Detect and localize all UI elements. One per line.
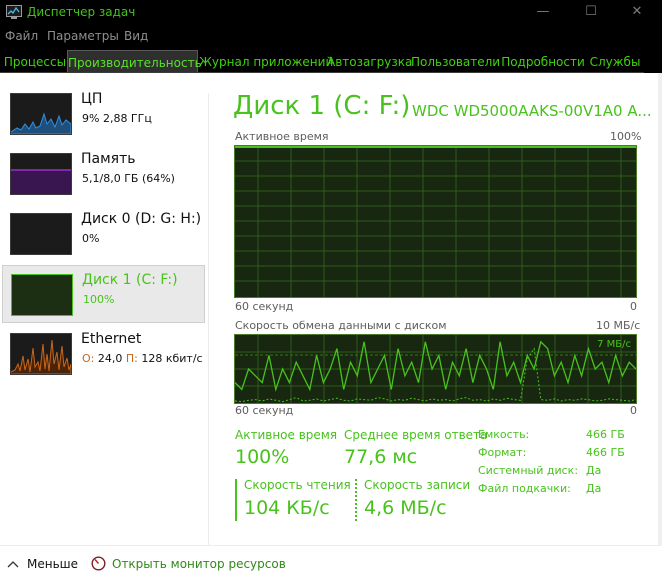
- menu-bar: Файл Параметры Вид: [0, 26, 662, 48]
- write-speed-stat-label: Скорость записи: [364, 478, 471, 492]
- active-time-stat-label: Активное время: [235, 428, 338, 442]
- sidebar-item-cpu[interactable]: ЦП 9% 2,88 ГГц: [2, 85, 205, 143]
- ethernet-receive-label: П:: [125, 352, 138, 365]
- format-value: 466 ГБ: [586, 446, 625, 459]
- menu-options[interactable]: Параметры: [47, 29, 119, 43]
- performance-content: ЦП 9% 2,88 ГГц Память 5,1/8,0 ГБ (64%) Д…: [0, 73, 662, 545]
- page-file-value: Да: [586, 482, 602, 495]
- active-time-graph-label: Активное время: [235, 130, 329, 143]
- sidebar-item-memory[interactable]: Память 5,1/8,0 ГБ (64%): [2, 145, 205, 203]
- memory-thumbnail: [10, 153, 72, 195]
- close-button[interactable]: ✕: [614, 0, 660, 26]
- menu-file[interactable]: Файл: [5, 29, 38, 43]
- fewer-details-button[interactable]: Меньше: [27, 557, 78, 571]
- disk0-title: Диск 0 (D: G: H:): [81, 211, 202, 227]
- active-time-graph: [234, 145, 637, 298]
- read-speed-stat-label: Скорость чтения: [244, 478, 351, 492]
- tab-strip: Процессы Производительность Журнал прило…: [0, 48, 662, 74]
- transfer-graph-label: Скорость обмена данными с диском: [235, 319, 447, 332]
- tab-performance[interactable]: Производительность: [67, 50, 202, 74]
- cpu-title: ЦП: [81, 91, 103, 107]
- transfer-rate-graph: 7 МБ/с: [234, 334, 637, 404]
- response-time-stat-label: Среднее время ответа: [344, 428, 488, 442]
- tab-details[interactable]: Подробности: [501, 50, 585, 74]
- active-time-graph-max: 100%: [610, 130, 642, 143]
- disk0-subtitle: 0%: [82, 232, 100, 245]
- capacity-value: 466 ГБ: [586, 428, 625, 441]
- tab-startup[interactable]: Автозагрузка: [327, 50, 412, 74]
- format-label: Формат:: [478, 446, 527, 459]
- sidebar-item-disk1[interactable]: Диск 1 (C: F:) 100%: [2, 265, 205, 323]
- disk-title: Диск 1 (C: F:): [233, 91, 411, 121]
- response-time-stat-value: 77,6 мс: [344, 446, 418, 468]
- cpu-subtitle: 9% 2,88 ГГц: [82, 112, 152, 125]
- transfer-rate-chart: 7 МБ/с: [235, 335, 636, 403]
- resource-sidebar: ЦП 9% 2,88 ГГц Память 5,1/8,0 ГБ (64%) Д…: [0, 73, 206, 545]
- cpu-thumbnail: [10, 93, 72, 135]
- disk1-title: Диск 1 (C: F:): [82, 272, 178, 288]
- tab-users[interactable]: Пользователи: [411, 50, 500, 74]
- resource-monitor-icon: [91, 556, 106, 571]
- disk1-thumbnail: [11, 274, 73, 316]
- ethernet-subtitle: О: 24,0 П: 128 кбит/с: [82, 352, 203, 365]
- tab-processes[interactable]: Процессы: [3, 50, 67, 74]
- read-speed-stat-value: 104 КБ/с: [244, 497, 330, 519]
- footer-bar: Меньше Открыть монитор ресурсов: [0, 545, 662, 588]
- title-bar: Диспетчер задач — ☐ ✕: [0, 0, 662, 26]
- sidebar-item-ethernet[interactable]: Ethernet О: 24,0 П: 128 кбит/с: [2, 325, 205, 383]
- maximize-button[interactable]: ☐: [568, 0, 614, 26]
- ethernet-receive-value: 128 кбит/с: [141, 352, 203, 365]
- chevron-up-icon[interactable]: [7, 559, 19, 569]
- write-speed-stat-value: 4,6 МБ/с: [364, 497, 447, 519]
- disk-model: WDC WD5000AAKS-00V1A0 A...: [412, 102, 652, 120]
- ethernet-send-value: 24,0: [97, 352, 123, 365]
- transfer-graph-min: 0: [630, 404, 637, 417]
- ethernet-send-label: О:: [82, 352, 95, 365]
- active-time-stat-value: 100%: [235, 446, 290, 468]
- read-series-line: [235, 340, 636, 392]
- menu-view[interactable]: Вид: [124, 29, 148, 43]
- read-speed-marker: [235, 479, 237, 521]
- memory-title: Память: [81, 151, 136, 167]
- transfer-scale-label: 7 МБ/с: [597, 339, 631, 350]
- disk0-thumbnail: [10, 213, 72, 255]
- write-speed-marker: [355, 479, 357, 521]
- ethernet-thumbnail: [10, 333, 72, 375]
- system-disk-label: Системный диск:: [478, 464, 579, 477]
- minimize-button[interactable]: —: [520, 0, 566, 26]
- active-time-graph-duration: 60 секунд: [235, 300, 294, 313]
- ethernet-title: Ethernet: [81, 331, 142, 347]
- capacity-label: Емкость:: [478, 428, 530, 441]
- system-disk-value: Да: [586, 464, 602, 477]
- tab-app-history[interactable]: Журнал приложений: [199, 50, 333, 74]
- transfer-graph-duration: 60 секунд: [235, 404, 294, 417]
- scrollbar-track[interactable]: [658, 73, 662, 545]
- disk1-subtitle: 100%: [83, 293, 115, 306]
- active-time-graph-min: 0: [630, 300, 637, 313]
- task-manager-icon: [6, 5, 22, 19]
- window-title: Диспетчер задач: [27, 5, 136, 19]
- panel-divider: [208, 93, 209, 545]
- transfer-graph-max: 10 МБ/с: [596, 319, 641, 332]
- active-time-grid: [235, 146, 636, 297]
- open-resource-monitor-link[interactable]: Открыть монитор ресурсов: [112, 557, 286, 571]
- memory-subtitle: 5,1/8,0 ГБ (64%): [82, 172, 175, 185]
- sidebar-item-disk0[interactable]: Диск 0 (D: G: H:) 0%: [2, 205, 205, 263]
- tab-services[interactable]: Службы: [587, 50, 643, 74]
- page-file-label: Файл подкачки:: [478, 482, 571, 495]
